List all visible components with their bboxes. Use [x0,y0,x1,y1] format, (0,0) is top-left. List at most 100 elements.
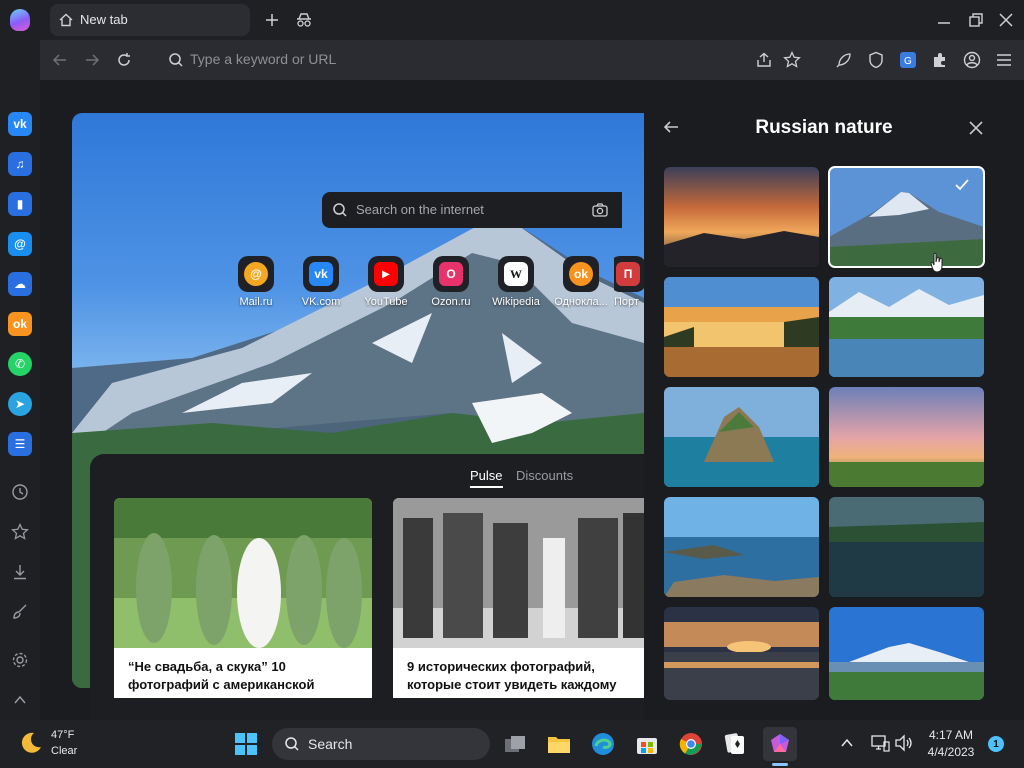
news-feed-card: Pulse Discounts “Не свадьба, а скука” 10… [90,454,644,720]
edge-browser-icon[interactable] [589,730,617,758]
vk-icon: vk [309,262,333,286]
downloads-icon[interactable] [8,560,32,584]
wallpaper-thumbnail[interactable] [664,387,819,487]
back-arrow-icon[interactable] [48,48,72,72]
article-photo-wedding [114,498,372,648]
clock-time[interactable]: 4:17 AM [926,728,976,742]
profile-icon[interactable] [960,48,984,72]
cloud-icon[interactable]: ☁ [8,272,32,296]
speed-dial-odnoklassniki[interactable]: ok Одноклa... [549,256,613,308]
wallpaper-thumbnail[interactable] [829,497,984,597]
bookmark-star-icon[interactable] [780,48,804,72]
wallpaper-thumbnail[interactable] [829,607,984,700]
camera-icon[interactable] [592,203,608,217]
file-explorer-icon[interactable] [545,730,573,758]
share-icon[interactable] [752,48,776,72]
network-icon[interactable] [870,734,890,752]
volume-icon[interactable] [894,734,914,752]
article-photo-historical [393,498,644,648]
collapse-chevron-up-icon[interactable] [8,688,32,712]
taskbar-search-label: Search [308,736,353,752]
whatsapp-icon[interactable]: ✆ [8,352,32,376]
list-icon[interactable]: ☰ [8,432,32,456]
mail-icon[interactable]: @ [8,232,32,256]
sidebar: vk ♫ ▮ @ ☁ ok ✆ ➤ ☰ [0,40,40,720]
forward-arrow-icon[interactable] [80,48,104,72]
settings-gear-icon[interactable] [8,648,32,672]
wallpaper-thumbnail[interactable] [829,387,984,487]
speed-dial-vk[interactable]: vk VK.com [289,256,353,308]
tab-discounts[interactable]: Discounts [516,468,573,483]
speed-dial-youtube[interactable]: ▶ YouTube [354,256,418,308]
brush-icon[interactable] [8,600,32,624]
youtube-icon: ▶ [374,262,398,286]
vk-icon[interactable]: vk [8,112,32,136]
article-title: 9 исторических фотографий, которые стоит… [407,659,617,692]
tab-title: New tab [80,12,128,27]
windows-taskbar: 47°F Clear Search 4:17 AM 4/4/2023 1 [0,720,1024,768]
extensions-puzzle-icon[interactable] [928,48,952,72]
wallpaper-gallery-panel: Russian nature [644,80,1024,720]
navigation-bar: Type a keyword or URL G [40,40,1024,80]
address-input[interactable]: Type a keyword or URL [190,51,336,67]
music-icon[interactable]: ♫ [8,152,32,176]
tab-new-tab[interactable]: New tab [50,4,250,36]
portal-icon: П [616,262,640,286]
wallpaper-thumbnail-selected[interactable] [828,166,985,268]
odnoklassniki-icon: ok [569,262,593,286]
mailru-icon: @ [244,262,268,286]
notification-badge[interactable]: 1 [988,736,1004,752]
bookmarks-icon[interactable] [8,520,32,544]
chevron-up-icon[interactable] [840,736,854,750]
taskbar-search-box[interactable]: Search [272,728,490,760]
news-article-card[interactable]: 9 исторических фотографий, которые стоит… [393,498,644,698]
rocket-icon[interactable] [832,48,856,72]
solitaire-cards-icon[interactable] [721,730,749,758]
atom-browser-taskbar-icon[interactable] [763,727,797,761]
minimize-button[interactable] [932,8,956,32]
wallpaper-thumbnail[interactable] [829,277,984,377]
speed-dial-portal[interactable]: П Порт [614,256,644,308]
wallpaper-thumbnail[interactable] [664,607,819,700]
chrome-icon[interactable] [677,730,705,758]
search-icon [333,203,347,217]
close-icon[interactable] [968,120,986,138]
incognito-icon[interactable] [292,8,316,32]
panel-title: Russian nature [755,117,893,138]
title-bar: New tab [0,0,1024,40]
shield-icon[interactable] [864,48,888,72]
home-icon [58,12,74,28]
search-placeholder: Search on the internet [356,202,484,217]
browser-logo-icon [10,9,30,31]
wallpaper-thumbnail[interactable] [664,497,819,597]
weather-moon-icon[interactable] [18,730,46,758]
article-title: “Не свадьба, а скука” 10 фотографий с ам… [128,659,315,692]
ozon-icon: O [439,262,463,286]
web-search-input[interactable]: Search on the internet [322,192,622,228]
close-window-button[interactable] [994,8,1018,32]
tab-pulse[interactable]: Pulse [470,468,503,488]
task-view-icon[interactable] [501,730,529,758]
menu-hamburger-icon[interactable] [992,48,1016,72]
speed-dial-mailru[interactable]: @ Mail.ru [224,256,288,308]
microsoft-store-icon[interactable] [633,730,661,758]
history-icon[interactable] [8,480,32,504]
stats-icon[interactable]: ▮ [8,192,32,216]
reload-icon[interactable] [112,48,136,72]
wallpaper-thumbnail[interactable] [664,277,819,377]
speed-dial-wikipedia[interactable]: W Wikipedia [484,256,548,308]
weather-temperature: 47°F [51,729,75,741]
new-tab-button[interactable] [260,8,284,32]
windows-start-icon[interactable] [232,730,260,758]
restore-button[interactable] [964,8,988,32]
clock-date[interactable]: 4/4/2023 [922,745,980,759]
search-icon [285,737,299,751]
news-article-card[interactable]: “Не свадьба, а скука” 10 фотографий с ам… [114,498,372,698]
wikipedia-icon: W [504,262,528,286]
speed-dial-ozon[interactable]: O Ozon.ru [419,256,483,308]
odnoklassniki-icon[interactable]: ok [8,312,32,336]
telegram-icon[interactable]: ➤ [8,392,32,416]
active-app-indicator [772,763,788,766]
wallpaper-thumbnail[interactable] [664,167,819,267]
translate-icon[interactable]: G [896,48,920,72]
